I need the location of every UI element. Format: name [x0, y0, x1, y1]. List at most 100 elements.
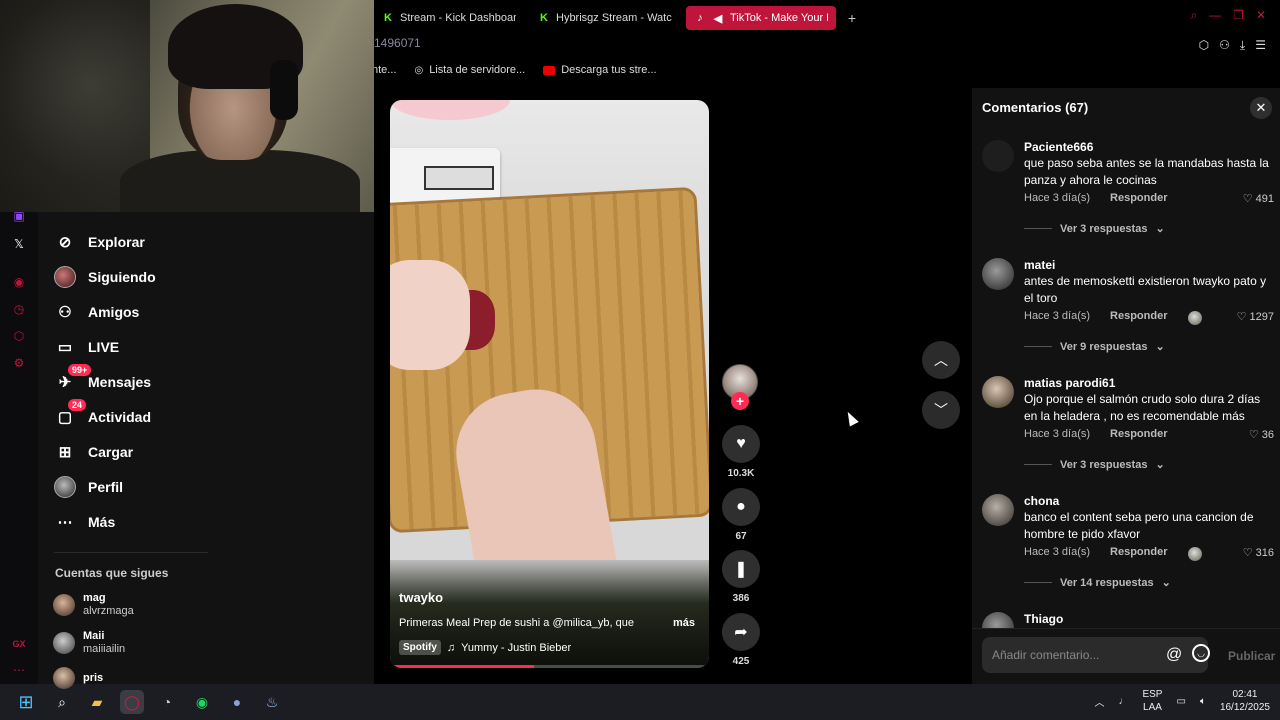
x-icon[interactable]: 𝕏: [11, 236, 27, 252]
windows-start-icon[interactable]: ⊞: [14, 690, 38, 714]
comment-user[interactable]: matias parodi61: [1024, 376, 1115, 390]
menu-icon[interactable]: ☰: [1255, 38, 1266, 53]
download-icon[interactable]: ⤓: [1240, 38, 1245, 53]
bowl: [390, 100, 510, 120]
comment-like-button[interactable]: ♡ 1297: [1237, 310, 1274, 324]
like-button[interactable]: ♥: [722, 425, 760, 463]
close-button[interactable]: ✕: [1256, 8, 1266, 23]
creator-liked-avatar: [1188, 311, 1202, 325]
tab-kick-dashboard[interactable]: K Stream - Kick Dashboard: [374, 6, 524, 30]
post-button[interactable]: Publicar: [1228, 649, 1275, 663]
microphone-icon[interactable]: ♩: [1118, 696, 1128, 707]
nav-item-live[interactable]: ▭ LIVE: [54, 334, 119, 360]
nav-item-mensajes[interactable]: ✈ 99+ Mensajes: [54, 364, 151, 395]
screen: K Stream - Kick Dashboard K Hybrisgz Str…: [0, 0, 1280, 720]
bookmark-item[interactable]: Descarga tus stre...: [543, 64, 657, 76]
avatar-icon: [54, 266, 76, 288]
avatar[interactable]: [982, 494, 1014, 526]
tab-tiktok[interactable]: ♪ ◀ TikTok - Make Your Da: [686, 6, 836, 30]
comment-like-button[interactable]: ♡ 491: [1243, 192, 1274, 206]
more-link[interactable]: más: [673, 617, 695, 629]
comment-button[interactable]: ●: [722, 488, 760, 526]
comment-meta: Hace 3 día(s) Responder: [1024, 428, 1168, 440]
obs-icon[interactable]: ◔: [155, 690, 179, 714]
search-icon[interactable]: ⌕: [50, 690, 74, 714]
share-button[interactable]: ➦: [722, 613, 760, 651]
comment-user[interactable]: chona: [1024, 494, 1059, 508]
reply-button[interactable]: Responder: [1110, 310, 1167, 322]
minimize-button[interactable]: —: [1209, 8, 1221, 23]
view-replies[interactable]: Ver 9 respuestas ⌄: [1024, 340, 1165, 353]
follow-button[interactable]: +: [731, 392, 749, 410]
avatar[interactable]: [982, 140, 1014, 172]
address-bar[interactable]: 1496071: [374, 36, 421, 56]
tab-hybrisgz-stream[interactable]: K Hybrisgz Stream - Watch: [530, 6, 680, 30]
spotify-icon[interactable]: ◉: [190, 690, 214, 714]
chevron-up-icon[interactable]: ︿: [1094, 694, 1104, 709]
bookmark-icon: ❚: [734, 561, 748, 578]
display-icon[interactable]: ▭: [1176, 696, 1185, 707]
avatar[interactable]: [982, 376, 1014, 408]
avatar[interactable]: [982, 258, 1014, 290]
bookmark-item[interactable]: ◎ Lista de servidore...: [414, 64, 525, 76]
upload-icon: ⊞: [58, 444, 72, 461]
following-account[interactable]: pris: [53, 667, 103, 689]
new-tab-button[interactable]: +: [842, 6, 862, 30]
bookmark-label: nte...: [372, 64, 397, 76]
comment-user[interactable]: Thiago: [1024, 612, 1063, 626]
comment-like-button[interactable]: ♡ 36: [1249, 428, 1274, 442]
nav-item-siguiendo[interactable]: Siguiendo: [54, 264, 156, 290]
reply-button[interactable]: Responder: [1110, 546, 1167, 558]
maximize-button[interactable]: ❐: [1233, 8, 1244, 23]
emoji-icon[interactable]: ◡: [1192, 644, 1210, 662]
video-description: Primeras Meal Prep de sushi a @milica_yb…: [399, 617, 634, 629]
video-player[interactable]: twayko Primeras Meal Prep de sushi a @mi…: [390, 100, 709, 668]
clock[interactable]: 02:41 16/12/2025: [1220, 688, 1270, 714]
video-progress[interactable]: [390, 665, 709, 668]
nav-item-amigos[interactable]: ⚇ Amigos: [54, 299, 139, 325]
speaker-icon[interactable]: ◀: [712, 12, 724, 25]
comment-user[interactable]: matei: [1024, 258, 1055, 272]
steam-icon[interactable]: ♨: [260, 690, 284, 714]
next-video-button[interactable]: ﹀: [922, 391, 960, 429]
comment: Thiago: [982, 612, 1274, 628]
search-icon[interactable]: ⌕: [1190, 8, 1197, 23]
settings-icon[interactable]: ⚙: [11, 355, 27, 371]
app-icon[interactable]: ●: [225, 690, 249, 714]
view-replies[interactable]: Ver 14 respuestas ⌄: [1024, 576, 1171, 589]
gx-logo-icon[interactable]: GX: [11, 636, 27, 652]
close-comments-button[interactable]: ✕: [1250, 97, 1272, 119]
following-account[interactable]: Maii maiiiailin: [53, 630, 125, 656]
avatar[interactable]: [982, 612, 1014, 628]
view-replies[interactable]: Ver 3 respuestas ⌄: [1024, 458, 1165, 471]
extensions-icon[interactable]: ⬡: [11, 328, 27, 344]
reply-button[interactable]: Responder: [1110, 192, 1167, 204]
file-explorer-icon[interactable]: ▰: [85, 690, 109, 714]
bookmark-item[interactable]: nte...: [372, 64, 396, 76]
divider: [54, 552, 208, 553]
extensions-icon[interactable]: ⬡: [1199, 38, 1209, 53]
player-icon[interactable]: ◉: [11, 274, 27, 290]
view-replies[interactable]: Ver 3 respuestas ⌄: [1024, 222, 1165, 235]
comment-like-button[interactable]: ♡ 316: [1243, 546, 1274, 560]
video-music[interactable]: Spotify ♫ Yummy - Justin Bieber: [399, 640, 571, 655]
nav-item-cargar[interactable]: ⊞ Cargar: [54, 439, 133, 465]
nav-item-perfil[interactable]: Perfil: [54, 474, 123, 500]
opera-gx-icon[interactable]: ◯: [120, 690, 144, 714]
more-icon[interactable]: ⋯: [11, 662, 27, 678]
nav-item-mas[interactable]: ⋯ Más: [54, 509, 116, 535]
globe-icon: ◎: [414, 64, 424, 76]
reply-button[interactable]: Responder: [1110, 428, 1167, 440]
video-author[interactable]: twayko: [399, 590, 443, 605]
account-icon[interactable]: ⚇: [1219, 38, 1230, 53]
history-icon[interactable]: ◷: [11, 301, 27, 317]
nav-item-actividad[interactable]: ▢ 24 Actividad: [54, 399, 151, 430]
language-indicator[interactable]: ESP LAA: [1142, 688, 1162, 714]
nav-item-explorar[interactable]: ⊘ Explorar: [54, 229, 145, 255]
volume-icon[interactable]: 🔈︎: [1200, 696, 1206, 707]
following-account[interactable]: mag alvrzmaga: [53, 592, 134, 618]
previous-video-button[interactable]: ︿: [922, 341, 960, 379]
save-button[interactable]: ❚: [722, 550, 760, 588]
mention-icon[interactable]: @: [1166, 646, 1182, 664]
comment-user[interactable]: Paciente666: [1024, 140, 1093, 154]
